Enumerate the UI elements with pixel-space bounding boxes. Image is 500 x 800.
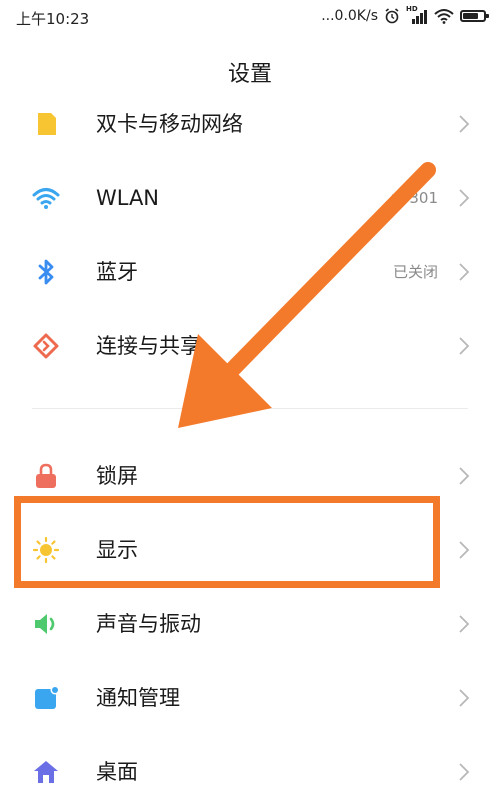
hd-badge: HD	[406, 5, 418, 13]
chevron-right-icon	[459, 541, 470, 559]
signal-icon: HD	[406, 5, 428, 25]
home-icon	[34, 761, 58, 783]
row-value: 已关闭	[392, 263, 438, 281]
row-value: r−301	[390, 189, 438, 207]
row-notifications[interactable]: 通知管理	[0, 660, 500, 734]
connection-share-icon	[33, 333, 59, 359]
row-desktop[interactable]: 桌面	[0, 734, 500, 800]
highlight-box	[14, 496, 440, 588]
notification-icon	[35, 685, 60, 709]
row-label: 通知管理	[96, 686, 180, 710]
row-connection-share[interactable]: 连接与共享	[0, 308, 500, 382]
bluetooth-icon	[38, 259, 54, 285]
row-sound-vibration[interactable]: 声音与振动	[0, 586, 500, 660]
chevron-right-icon	[459, 263, 470, 281]
status-bar: 上午10:23 ...0.0K/s HD	[0, 0, 500, 36]
row-label: 蓝牙	[96, 260, 138, 284]
row-label: 双卡与移动网络	[96, 112, 243, 136]
status-icons: ...0.0K/s HD	[321, 5, 489, 25]
chevron-right-icon	[459, 615, 470, 633]
chevron-right-icon	[459, 689, 470, 707]
wifi-status-icon	[434, 9, 454, 24]
chevron-right-icon	[459, 115, 470, 133]
row-label: 锁屏	[96, 464, 138, 488]
battery-icon	[460, 10, 489, 22]
lock-icon	[36, 463, 56, 488]
net-speed: ...0.0K/s	[321, 8, 378, 24]
chevron-right-icon	[459, 763, 470, 781]
chevron-right-icon	[459, 467, 470, 485]
page-title: 设置	[227, 62, 272, 87]
settings-screen: 上午10:23 ...0.0K/s HD 设置 双卡与移动网络 WLAN r−3…	[0, 0, 500, 800]
row-label: 声音与振动	[96, 612, 201, 636]
row-label: WLAN	[96, 186, 160, 210]
chevron-right-icon	[459, 189, 470, 207]
speaker-icon	[35, 614, 55, 634]
section-divider	[32, 408, 468, 409]
wifi-icon	[32, 188, 60, 209]
row-label: 桌面	[96, 760, 138, 784]
alarm-icon	[385, 8, 399, 24]
row-wlan[interactable]: WLAN r−301	[0, 160, 500, 234]
row-dual-sim[interactable]: 双卡与移动网络	[0, 86, 500, 160]
row-bluetooth[interactable]: 蓝牙 已关闭	[0, 234, 500, 308]
sim-card-icon	[38, 113, 56, 135]
battery-fill	[463, 13, 478, 19]
row-label: 连接与共享	[96, 334, 201, 358]
status-time: 上午10:23	[16, 10, 90, 28]
chevron-right-icon	[459, 337, 470, 355]
